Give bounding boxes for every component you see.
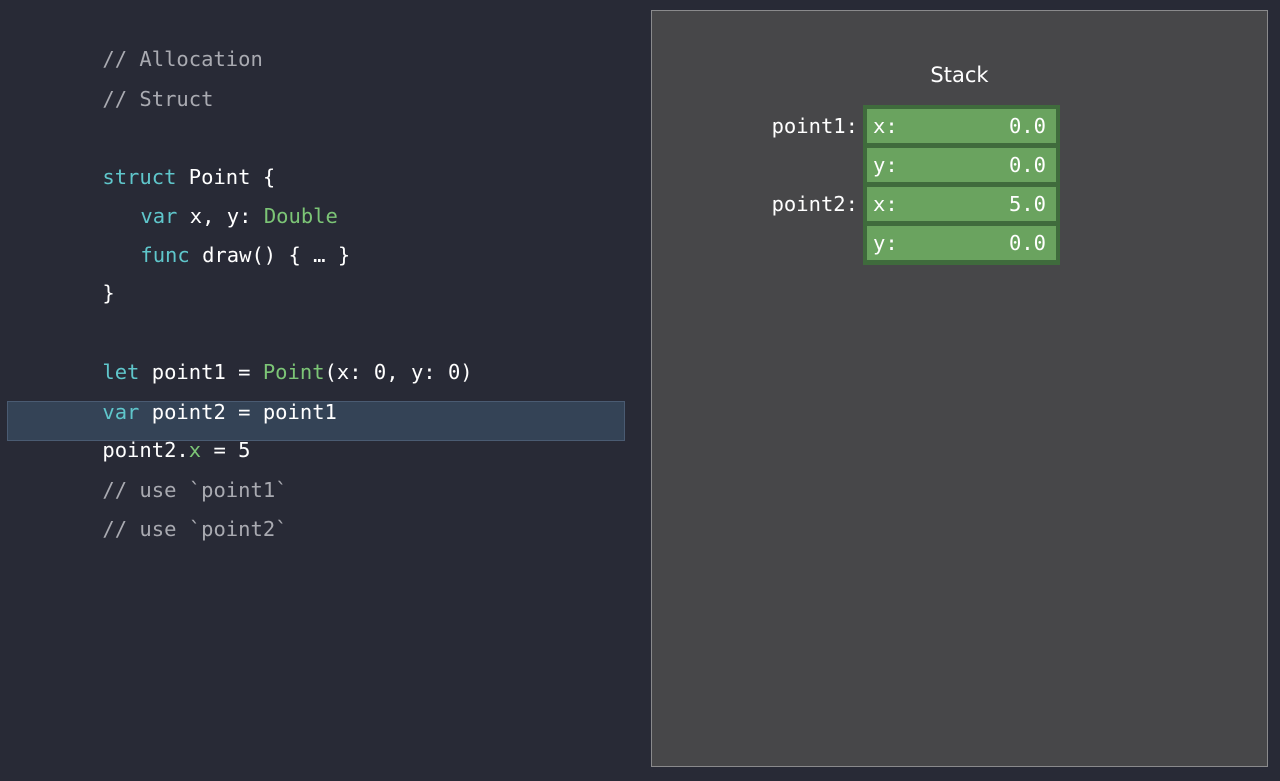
keyword-token: func — [140, 243, 190, 267]
code-line-comment-struct: // Struct — [53, 54, 213, 111]
func-decl-token: draw() { … } — [189, 243, 351, 267]
point1-label: point1: — [771, 114, 858, 138]
cell-value: 5.0 — [1008, 192, 1046, 216]
stack-title: Stack — [930, 63, 989, 87]
stack-cell-point1-y: y: 0.0 — [867, 148, 1056, 182]
code-line-var-decl: var x, y: Double — [91, 171, 338, 228]
code-line-struct-decl: struct Point { — [53, 132, 275, 189]
cell-label: y: — [873, 153, 898, 177]
comment-token: // Struct — [102, 87, 214, 111]
code-line-assign: point2.x = 5 — [53, 405, 250, 462]
stack-memory-block: x: 0.0 y: 0.0 x: 5.0 y: 0.0 — [863, 105, 1060, 265]
cell-value: 0.0 — [1008, 114, 1046, 138]
code-editor: // Allocation // Struct struct Point { v… — [0, 0, 640, 781]
stack-cell-point2-x: x: 5.0 — [867, 187, 1056, 221]
cell-label: x: — [873, 192, 898, 216]
brace-token: } — [102, 281, 115, 305]
code-line-close-brace: } — [53, 248, 114, 305]
code-line-comment-use1: // use `point1` — [53, 445, 287, 502]
stack-cell-point1-x: x: 0.0 — [867, 109, 1056, 143]
code-line-let-point1: let point1 = Point(x: 0, y: 0) — [53, 327, 472, 384]
cell-label: y: — [873, 231, 898, 255]
cell-label: x: — [873, 114, 898, 138]
cell-value: 0.0 — [1008, 231, 1046, 255]
stack-cell-point2-y: y: 0.0 — [867, 226, 1056, 260]
code-line-comment-allocation: // Allocation — [53, 14, 262, 71]
cell-value: 0.0 — [1008, 153, 1046, 177]
let-args-token: (x: 0, y: 0) — [324, 360, 473, 384]
comment-token: // use `point2` — [102, 517, 288, 541]
code-line-func-decl: func draw() { … } — [91, 210, 350, 267]
stack-panel: Stack point1: point2: x: 0.0 y: 0.0 x: 5… — [651, 10, 1268, 767]
point2-label: point2: — [771, 192, 858, 216]
code-line-var-point2: var point2 = point1 — [53, 367, 337, 424]
code-line-comment-use2: // use `point2` — [53, 484, 287, 541]
